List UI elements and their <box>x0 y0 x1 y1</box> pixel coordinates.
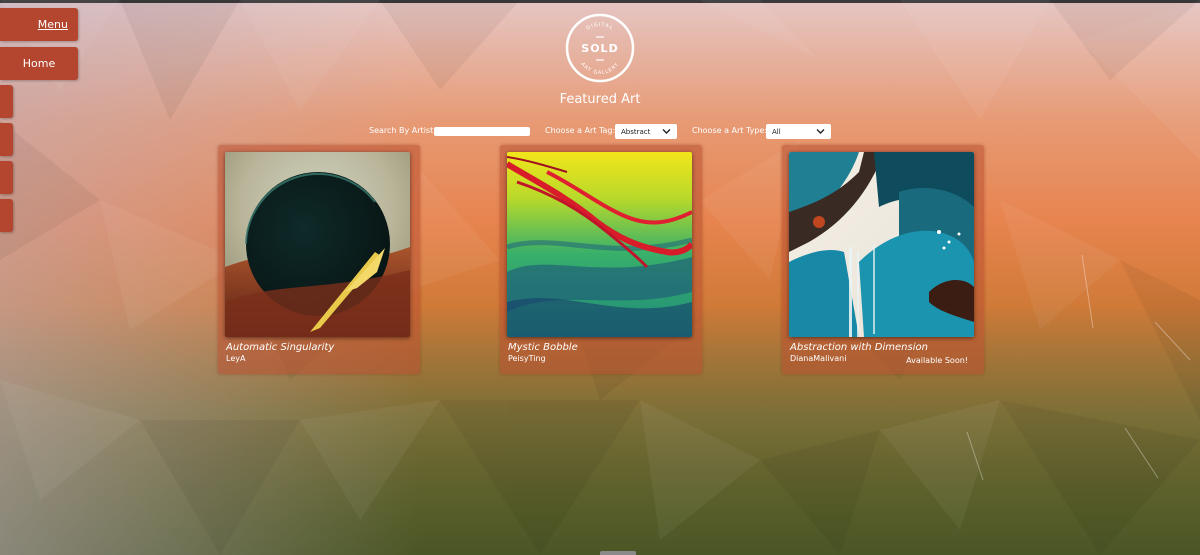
artwork-artist[interactable]: LeyA <box>226 354 245 363</box>
svg-text:DIGITAL: DIGITAL <box>586 22 615 32</box>
chevron-down-icon <box>662 129 671 134</box>
gallery-logo[interactable]: DIGITAL SOLD ART GALLERY <box>565 13 635 83</box>
window-top-border <box>0 0 1200 3</box>
artwork-card[interactable]: Abstraction with Dimension DianaMalivani… <box>782 145 984 374</box>
artwork-image[interactable] <box>225 152 410 337</box>
side-tab-3[interactable] <box>0 161 13 194</box>
side-tab-1[interactable] <box>0 85 13 118</box>
scroll-handle[interactable] <box>600 551 636 555</box>
side-tab-4[interactable] <box>0 199 13 232</box>
side-tab-2[interactable] <box>0 123 13 156</box>
menu-label: Menu <box>37 18 68 31</box>
art-tag-selected: Abstract <box>621 127 651 136</box>
logo-bottom-text: ART GALLERY <box>579 61 619 76</box>
chevron-down-icon <box>816 129 825 134</box>
home-label: Home <box>22 57 56 70</box>
page-title: Featured Art <box>559 92 641 107</box>
logo-top-text: DIGITAL <box>586 22 614 32</box>
art-tag-label: Choose a Art Tag: <box>545 126 616 135</box>
artist-search-label: Search By Artist: <box>369 126 436 135</box>
availability-badge: Available Soon! <box>906 356 968 365</box>
home-button[interactable]: Home <box>0 47 78 80</box>
artwork-card[interactable]: Automatic Singularity LeyA <box>218 145 420 374</box>
svg-text:ART GALLERY: ART GALLERY <box>579 61 620 76</box>
artwork-image[interactable] <box>789 152 974 337</box>
art-tag-select[interactable]: Abstract <box>615 124 677 139</box>
art-type-selected: All <box>772 127 781 136</box>
artwork-title[interactable]: Automatic Singularity <box>226 342 334 353</box>
artwork-card[interactable]: Mystic Bobble PeisyTing <box>500 145 702 374</box>
artwork-title[interactable]: Mystic Bobble <box>508 342 578 353</box>
menu-button[interactable]: Menu <box>0 8 78 41</box>
artwork-title[interactable]: Abstraction with Dimension <box>790 342 928 353</box>
logo-main-text: SOLD <box>581 42 618 55</box>
artwork-artist[interactable]: PeisyTing <box>508 354 546 363</box>
art-type-select[interactable]: All <box>766 124 831 139</box>
art-type-label: Choose a Art Type: <box>692 126 768 135</box>
artwork-image[interactable] <box>507 152 692 337</box>
artist-search-input[interactable] <box>434 127 530 136</box>
artwork-artist[interactable]: DianaMalivani <box>790 354 846 363</box>
